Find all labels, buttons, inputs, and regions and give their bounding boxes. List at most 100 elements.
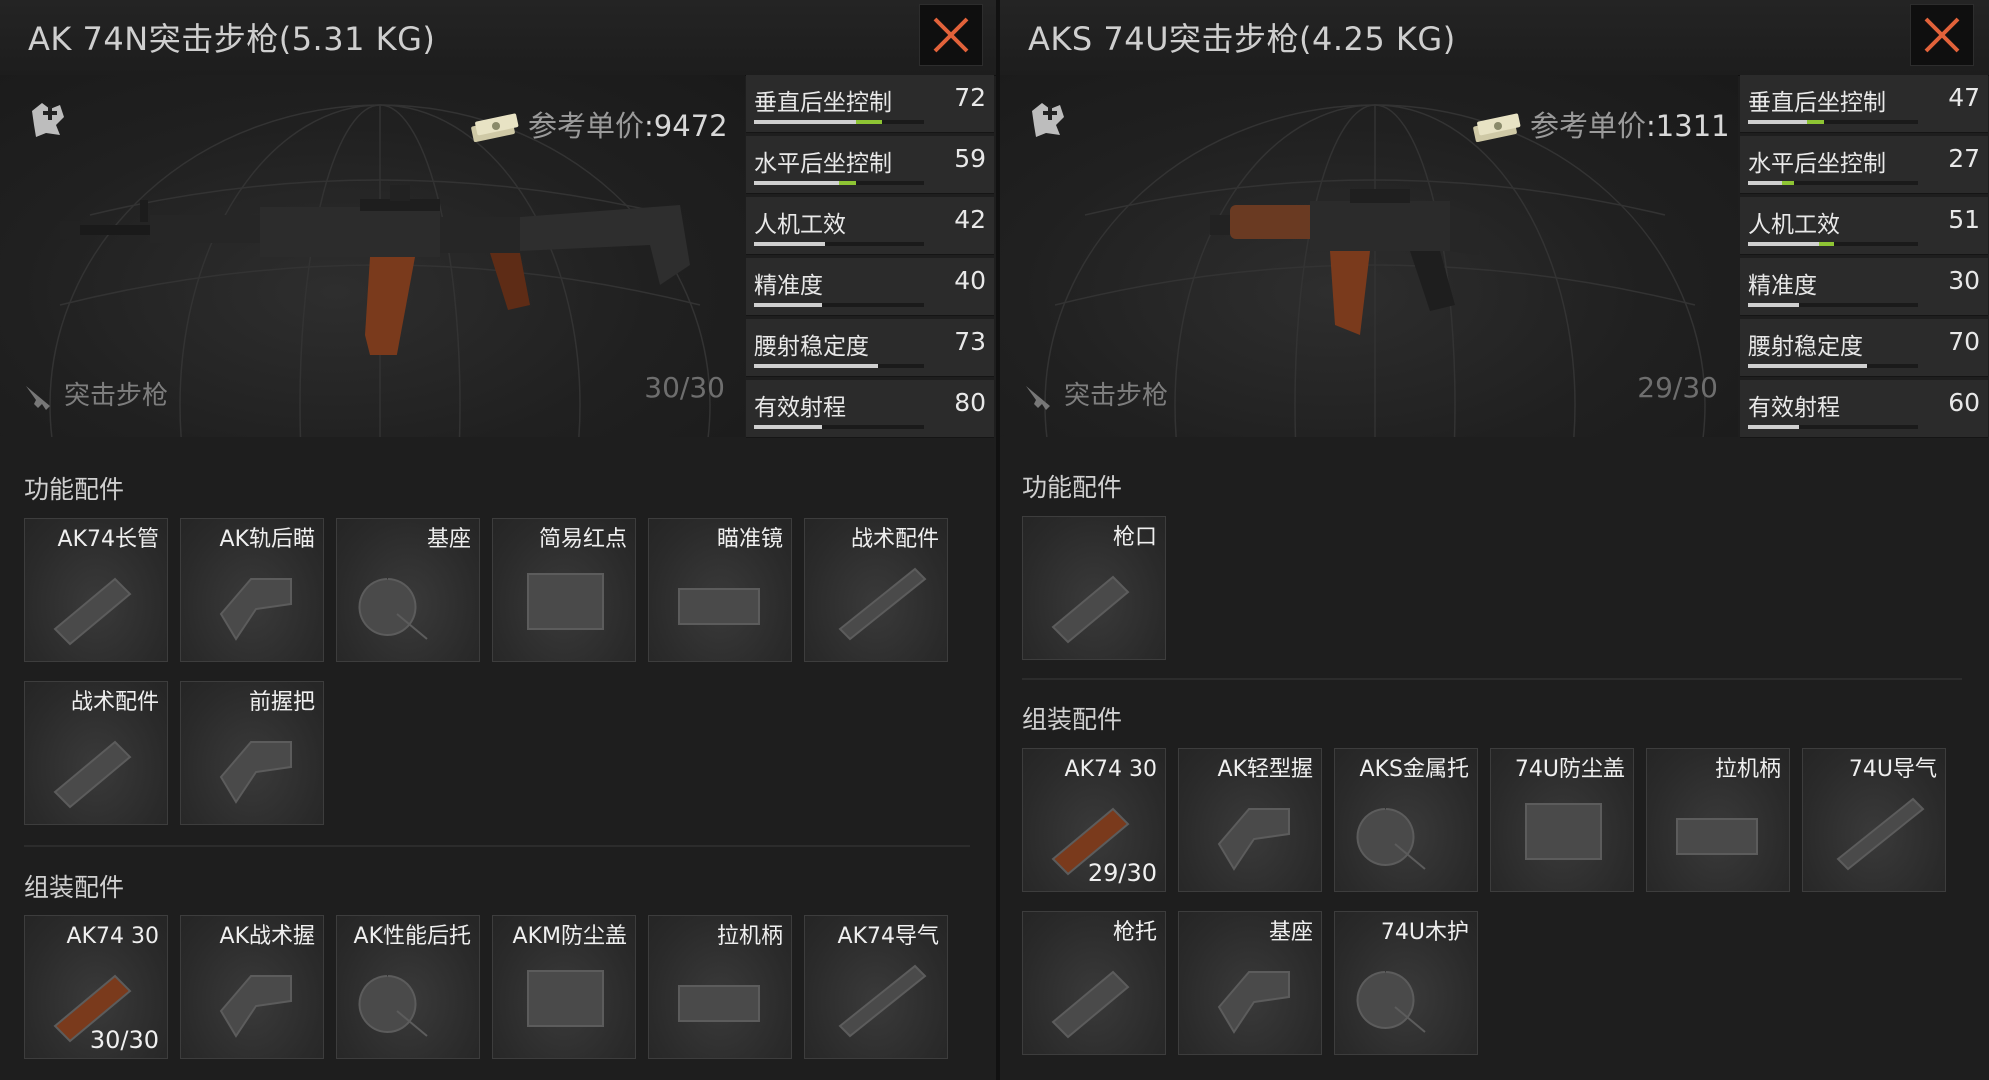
attachment-slot-label: AK74 30 bbox=[1064, 757, 1157, 782]
assembly-attachment-slot[interactable]: 基座 bbox=[1178, 911, 1322, 1055]
functional-attachment-slot[interactable]: AK74长管 bbox=[24, 518, 168, 662]
stat-value: 27 bbox=[1948, 144, 1980, 173]
functional-attachment-slot[interactable]: AK轨后瞄 bbox=[180, 518, 324, 662]
stat-label: 垂直后坐控制 bbox=[1748, 90, 1886, 116]
right-price: 参考单价:1311 bbox=[1470, 103, 1730, 145]
stat-bar bbox=[754, 425, 924, 429]
stat-bar-fill bbox=[1748, 364, 1867, 368]
ak74n-rifle-image bbox=[60, 185, 690, 355]
assembly-attachment-slot[interactable]: AK性能后托 bbox=[336, 915, 480, 1059]
assembly-attachment-slot[interactable]: 74U木护 bbox=[1334, 911, 1478, 1055]
stat-bar bbox=[1748, 303, 1918, 307]
stat-bar-fill bbox=[1748, 120, 1807, 124]
stat-value: 59 bbox=[954, 144, 986, 173]
assembly-attachment-slot[interactable]: AKM防尘盖 bbox=[492, 915, 636, 1059]
price-label: 参考单价 bbox=[1530, 109, 1647, 143]
attachment-slot-label: 基座 bbox=[426, 527, 471, 552]
attachment-slot-label: 74U木护 bbox=[1380, 920, 1469, 945]
right-stats: 垂直后坐控制 47 水平后坐控制 27 人机工效 51 精准度 30 腰射稳定度 70 有效射程 60 bbox=[1740, 75, 1988, 441]
close-icon bbox=[933, 17, 969, 53]
attachment-slot-label: 战术配件 bbox=[70, 690, 159, 715]
attachment-slot-label: 战术配件 bbox=[850, 527, 939, 552]
assembly-attachment-slot[interactable]: 74U导气 bbox=[1802, 748, 1946, 892]
attachment-slot-label: 拉机柄 bbox=[716, 924, 783, 949]
stat-value: 30 bbox=[1948, 266, 1980, 295]
functional-attachment-slot[interactable]: 前握把 bbox=[180, 681, 324, 825]
attachment-slot-label: 简易红点 bbox=[538, 527, 627, 552]
stat-bar-bonus bbox=[839, 181, 856, 185]
functional-attachment-slot[interactable]: 基座 bbox=[336, 518, 480, 662]
stat-bar bbox=[754, 181, 924, 185]
left-weapon-title: AK 74N突击步枪(5.31 KG) bbox=[28, 20, 436, 58]
assembly-attachment-slot[interactable]: 拉机柄 bbox=[648, 915, 792, 1059]
right-functional-title: 功能配件 bbox=[1022, 473, 1123, 502]
stat-bar bbox=[754, 242, 924, 246]
stat-bar bbox=[1748, 120, 1918, 124]
rifle-icon bbox=[26, 385, 50, 410]
assembly-attachment-slot[interactable]: 74U防尘盖 bbox=[1490, 748, 1634, 892]
assembly-attachment-slot[interactable]: 枪托 bbox=[1022, 911, 1166, 1055]
stat-value: 40 bbox=[954, 266, 986, 295]
left-weapon-panel: AK 74N突击步枪(5.31 KG) 参考单价:9472 突击步枪 30/30… bbox=[0, 0, 996, 1080]
stat-label: 腰射稳定度 bbox=[1748, 334, 1863, 360]
attachment-add-icon[interactable] bbox=[1026, 97, 1070, 141]
stat-row: 精准度 40 bbox=[746, 258, 994, 316]
functional-attachment-slot[interactable]: 瞄准镜 bbox=[648, 518, 792, 662]
stat-bar-fill bbox=[1748, 181, 1782, 185]
stat-bar bbox=[1748, 181, 1918, 185]
left-weapon-ammo: 30/30 bbox=[644, 371, 725, 404]
attachment-slot-label: AKM防尘盖 bbox=[512, 924, 627, 949]
stat-value: 70 bbox=[1948, 327, 1980, 356]
functional-attachment-slot[interactable]: 枪口 bbox=[1022, 516, 1166, 660]
functional-attachment-slot[interactable]: 战术配件 bbox=[24, 681, 168, 825]
magazine-ammo-count: 29/30 bbox=[1087, 859, 1157, 887]
price-value: :9472 bbox=[644, 109, 728, 143]
left-functional-title: 功能配件 bbox=[24, 475, 125, 504]
assembly-attachment-slot[interactable]: AKS金属托 bbox=[1334, 748, 1478, 892]
right-assembly-title: 组装配件 bbox=[1022, 705, 1123, 734]
stat-label: 水平后坐控制 bbox=[754, 151, 892, 177]
stat-row: 腰射稳定度 70 bbox=[1740, 319, 1988, 377]
stat-value: 42 bbox=[954, 205, 986, 234]
assembly-attachment-slot[interactable]: AK战术握 bbox=[180, 915, 324, 1059]
left-close-button[interactable] bbox=[919, 4, 983, 66]
attachment-slot-label: 74U防尘盖 bbox=[1514, 757, 1625, 782]
stat-row: 垂直后坐控制 72 bbox=[746, 75, 994, 133]
cash-icon bbox=[471, 113, 519, 143]
stat-bar-fill bbox=[754, 303, 822, 307]
magazine-ammo-count: 30/30 bbox=[89, 1026, 159, 1054]
attachment-slot-label: 枪托 bbox=[1112, 920, 1157, 945]
assembly-attachment-slot[interactable]: AK74 30 30/30 bbox=[24, 915, 168, 1059]
right-weapon-title: AKS 74U突击步枪(4.25 KG) bbox=[1028, 20, 1456, 58]
stat-label: 人机工效 bbox=[1748, 212, 1840, 238]
left-weapon-view: 参考单价:9472 突击步枪 30/30 bbox=[0, 75, 745, 437]
assembly-attachment-slot[interactable]: 拉机柄 bbox=[1646, 748, 1790, 892]
functional-attachment-slot[interactable]: 简易红点 bbox=[492, 518, 636, 662]
attachment-slot-label: AK74长管 bbox=[57, 527, 159, 552]
assembly-attachment-slot[interactable]: AK轻型握 bbox=[1178, 748, 1322, 892]
functional-attachment-slot[interactable]: 战术配件 bbox=[804, 518, 948, 662]
stat-row: 精准度 30 bbox=[1740, 258, 1988, 316]
stat-bar-fill bbox=[754, 364, 878, 368]
attachment-add-icon[interactable] bbox=[26, 97, 70, 141]
stat-value: 73 bbox=[954, 327, 986, 356]
left-price: 参考单价:9472 bbox=[468, 103, 728, 145]
stat-bar-fill bbox=[754, 120, 856, 124]
attachment-slot-label: AK轨后瞄 bbox=[219, 527, 315, 552]
attachment-slot-label: 枪口 bbox=[1112, 525, 1157, 550]
stat-label: 人机工效 bbox=[754, 212, 846, 238]
stat-bar-fill bbox=[1748, 303, 1799, 307]
right-weapon-ammo: 29/30 bbox=[1637, 371, 1718, 404]
stat-value: 60 bbox=[1948, 388, 1980, 417]
assembly-attachment-slot[interactable]: AK74导气 bbox=[804, 915, 948, 1059]
stat-bar-bonus bbox=[1819, 242, 1834, 246]
stat-label: 有效射程 bbox=[754, 395, 846, 421]
stat-value: 47 bbox=[1948, 83, 1980, 112]
right-weapon-panel: AKS 74U突击步枪(4.25 KG) 参考单价:1311 突击步枪 29/3… bbox=[1000, 0, 1989, 1080]
left-assembly-title: 组装配件 bbox=[24, 873, 125, 902]
stat-row: 有效射程 60 bbox=[1740, 380, 1988, 438]
assembly-attachment-slot[interactable]: AK74 30 29/30 bbox=[1022, 748, 1166, 892]
right-close-button[interactable] bbox=[1910, 4, 1974, 66]
price-label: 参考单价 bbox=[528, 109, 645, 143]
stat-label: 精准度 bbox=[1748, 273, 1817, 299]
